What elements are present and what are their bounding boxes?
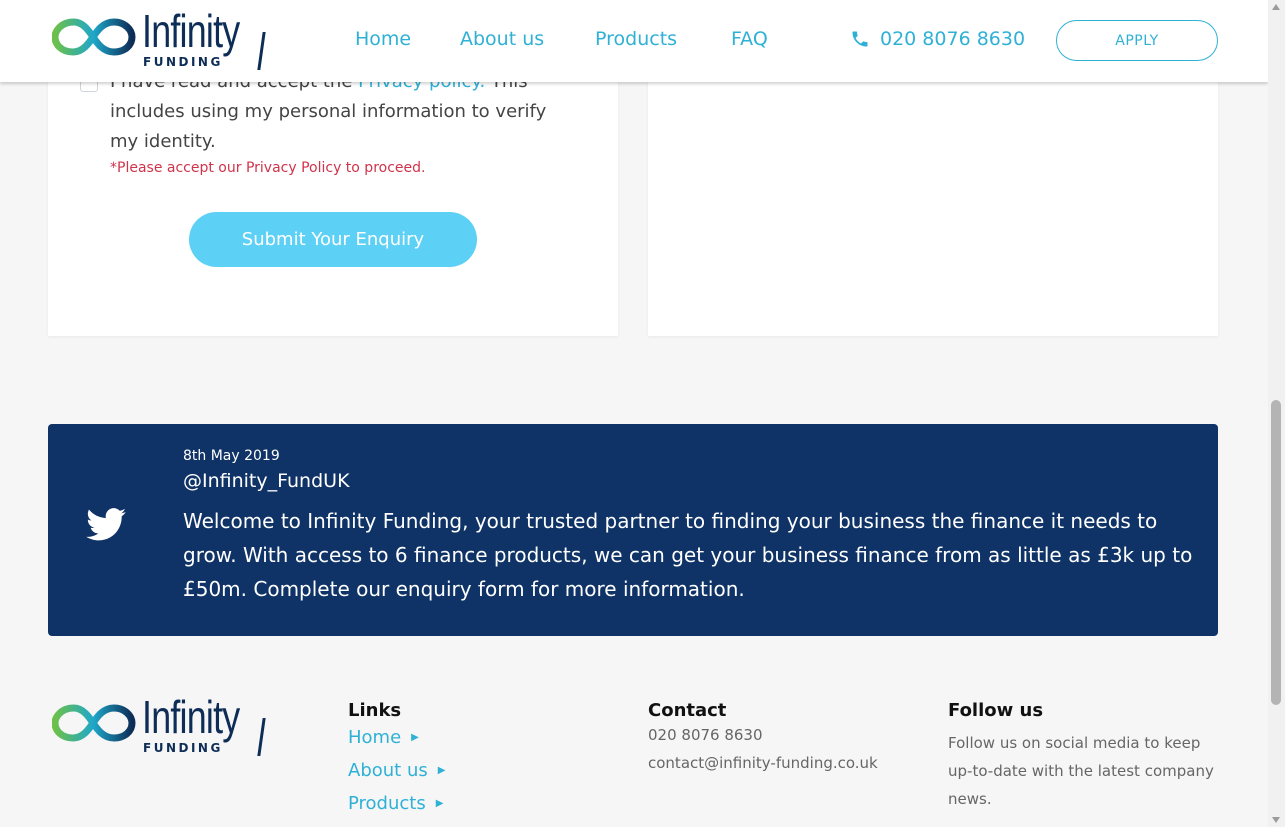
footer-link-label: Home [348,727,402,748]
vertical-scrollbar[interactable] [1268,0,1285,827]
tweet-banner: 8th May 2019 @Infinity_FundUK Welcome to… [48,424,1218,636]
footer-link-home[interactable]: Home ▶ [348,721,445,754]
footer-link-products[interactable]: Products ▶ [348,787,445,820]
footer-logo[interactable]: Infinity FUNDING [52,691,268,758]
phone-icon [852,31,868,47]
tweet-handle[interactable]: @Infinity_FundUK [183,470,350,492]
footer-follow-heading: Follow us [948,700,1044,721]
caret-right-icon: ▶ [437,765,446,776]
site-header: Infinity FUNDING Home About us Products … [0,0,1268,82]
footer-logo-sub: FUNDING [143,741,223,755]
footer-follow-text: Follow us on social media to keep up-to-… [948,734,1214,808]
footer-link-about[interactable]: About us ▶ [348,754,445,787]
submit-enquiry-button[interactable]: Submit Your Enquiry [189,212,477,267]
nav-faq[interactable]: FAQ [731,28,768,50]
header-phone-number: 020 8076 8630 [880,28,1026,50]
footer-contact-phone[interactable]: 020 8076 8630 [648,721,878,749]
footer-link-label: About us [348,760,428,781]
footer-links-heading: Links [348,700,402,721]
scroll-down-arrow-icon[interactable] [1272,817,1280,823]
page-viewport: I have read and accept the Privacy polic… [0,0,1268,827]
twitter-icon[interactable] [86,508,126,541]
apply-button[interactable]: APPLY [1056,20,1218,61]
caret-right-icon: ▶ [435,798,444,809]
header-logo-word: Infinity [142,5,240,57]
scroll-up-arrow-icon[interactable] [1272,4,1280,10]
header-phone-link[interactable]: 020 8076 8630 [850,28,1025,50]
footer-link-label: Products [348,793,426,814]
caret-right-icon: ▶ [411,732,419,743]
header-logo[interactable]: Infinity FUNDING [52,5,268,72]
footer-contact-column: Contact 020 8076 8630 contact@infinity-f… [648,700,878,777]
footer-contact-heading: Contact [648,700,727,721]
nav-products[interactable]: Products [595,28,677,50]
tweet-date: 8th May 2019 [183,448,280,464]
nav-about-us[interactable]: About us [460,28,544,50]
header-logo-sub: FUNDING [143,55,223,69]
privacy-error-message: *Please accept our Privacy Policy to pro… [110,160,426,176]
footer-logo-word: Infinity [142,691,240,743]
nav-home[interactable]: Home [355,28,411,50]
footer-follow-column: Follow us Follow us on social media to k… [948,700,1218,813]
footer-contact-email[interactable]: contact@infinity-funding.co.uk [648,749,878,777]
scrollbar-thumb[interactable] [1271,400,1281,705]
tweet-text: Welcome to Infinity Funding, your truste… [183,509,1193,601]
footer-links-column: Links Home ▶ About us ▶ Products ▶ [348,700,445,820]
